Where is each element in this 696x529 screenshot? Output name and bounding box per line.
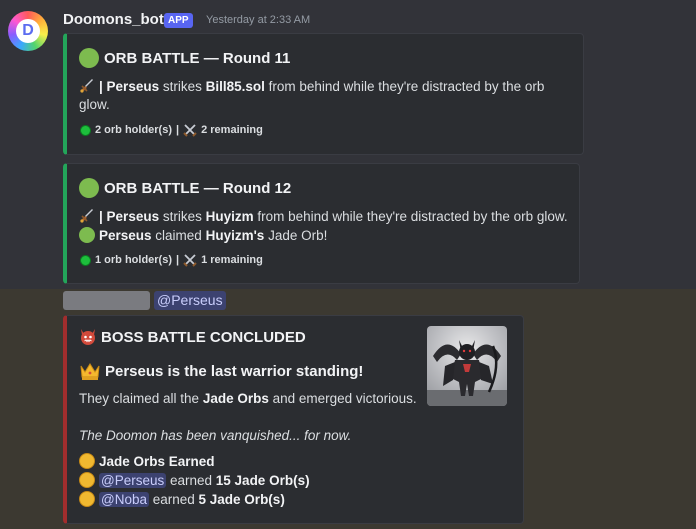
embed-line: | Perseus strikes Bill85.sol from behind… [79, 78, 544, 94]
boss-italic: The Doomon has been vanquished... for no… [79, 428, 351, 443]
target-name: Huyizm's [205, 227, 265, 243]
target-name: Bill85.sol [205, 78, 265, 94]
embed-line-wrap: glow. [79, 97, 110, 112]
redacted-username[interactable] [63, 291, 150, 310]
demon-icon [79, 328, 97, 346]
embed-line: | Perseus strikes Huyizm from behind whi… [79, 208, 568, 224]
boss-title-text: BOSS BATTLE CONCLUDED [101, 328, 306, 346]
earned-title-text: Jade Orbs Earned [99, 453, 215, 469]
earned-verb: earned [166, 472, 216, 488]
boss-title: BOSS BATTLE CONCLUDED [79, 328, 306, 346]
actor-name: Perseus [99, 227, 152, 243]
embed-title-text: ORB BATTLE — Round 12 [104, 179, 292, 197]
dagger-icon [79, 78, 95, 94]
coin-icon [79, 472, 95, 488]
earned-amount: 5 Jade Orb(s) [198, 491, 285, 507]
desc-pre: They claimed all the [79, 391, 203, 406]
green-orb-icon [79, 48, 99, 68]
boss-description: They claimed all the Jade Orbs and emerg… [79, 391, 417, 406]
crown-icon [79, 361, 101, 381]
earned-title: Jade Orbs Earned [79, 453, 215, 469]
green-dot-icon [80, 254, 91, 266]
app-badge: APP [164, 13, 193, 28]
holders-text: 1 orb holder(s) [95, 254, 173, 266]
verb-text: strikes [159, 208, 206, 224]
embed-line: Perseus claimed Huyizm's Jade Orb! [79, 227, 327, 243]
boss-thumbnail-image[interactable] [427, 326, 507, 406]
embed-footer: 2 orb holder(s) | 2 remaining [80, 123, 263, 137]
dagger-icon [79, 208, 95, 224]
separator: | [99, 78, 103, 94]
earning-row: @Noba earned 5 Jade Orb(s) [79, 491, 285, 507]
rest-text: Jade Orb! [264, 227, 328, 243]
desc-post: and emerged victorious. [268, 391, 417, 406]
earning-row: @Perseus earned 15 Jade Orb(s) [79, 472, 310, 488]
remaining-text: 2 remaining [201, 124, 263, 136]
coin-icon [79, 453, 95, 469]
coin-icon [79, 491, 95, 507]
user-mention[interactable]: @Perseus [99, 472, 167, 488]
footer-separator: | [176, 124, 180, 136]
embed-footer: 1 orb holder(s) | 1 remaining [80, 253, 263, 267]
rest-text: from behind while they're distracted by … [264, 78, 545, 94]
timestamp[interactable]: Yesterday at 2:33 AM [206, 14, 310, 26]
verb-text: strikes [159, 78, 206, 94]
desc-bold: Jade Orbs [202, 391, 269, 406]
crossed-swords-icon [183, 123, 197, 137]
footer-separator: | [176, 254, 180, 266]
wrap-text: glow. [79, 97, 110, 112]
green-dot-icon [80, 124, 91, 136]
user-mention[interactable]: @Noba [99, 491, 149, 507]
boss-headline: Perseus is the last warrior standing! [79, 361, 363, 381]
separator: | [99, 208, 103, 224]
actor-name: Perseus [106, 78, 160, 94]
earned-verb: earned [148, 491, 199, 507]
green-orb-icon [79, 227, 95, 243]
actor-name: Perseus [106, 208, 160, 224]
crossed-swords-icon [183, 253, 197, 267]
user-mention[interactable]: @Perseus [154, 291, 226, 310]
embed-title: ORB BATTLE — Round 12 [79, 178, 291, 198]
bot-avatar[interactable]: D [8, 11, 48, 51]
rest-text: from behind while they're distracted by … [253, 208, 568, 224]
italic-text: The Doomon has been vanquished... for no… [79, 428, 352, 443]
green-orb-icon [79, 178, 99, 198]
verb-text: claimed [151, 227, 206, 243]
embed-title-text: ORB BATTLE — Round 11 [104, 49, 291, 67]
target-name: Huyizm [205, 208, 254, 224]
username[interactable]: Doomons_bot [63, 11, 164, 28]
earned-amount: 15 Jade Orb(s) [215, 472, 310, 488]
avatar-letter: D [16, 19, 40, 43]
embed-title: ORB BATTLE — Round 11 [79, 48, 290, 68]
remaining-text: 1 remaining [201, 254, 263, 266]
holders-text: 2 orb holder(s) [95, 124, 173, 136]
boss-headline-text: Perseus is the last warrior standing! [105, 362, 364, 380]
